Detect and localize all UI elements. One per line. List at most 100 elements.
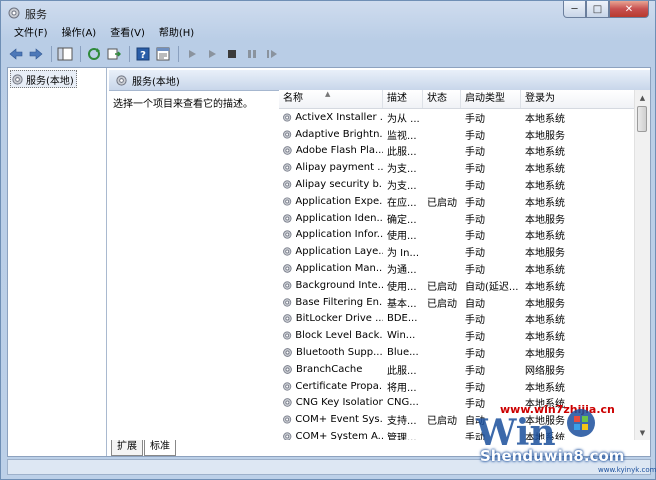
service-name: BitLocker Drive ... bbox=[295, 313, 383, 325]
table-row[interactable]: Application Expe... 在应... 已启动 手动 本地系统 bbox=[279, 193, 635, 210]
restart-icon bbox=[267, 50, 277, 58]
service-name-cell: BitLocker Drive ... bbox=[279, 313, 383, 324]
service-description: 管理... bbox=[387, 433, 417, 440]
console-tree-icon bbox=[57, 47, 73, 61]
service-description: 为通... bbox=[387, 265, 417, 277]
tab-extended[interactable]: 扩展 bbox=[111, 440, 143, 456]
service-startup-type: 手动 bbox=[465, 349, 485, 361]
service-status: 已启动 bbox=[427, 298, 457, 310]
service-gear-icon bbox=[283, 247, 292, 256]
toolbar-separator bbox=[80, 46, 81, 62]
restart-service-button[interactable] bbox=[263, 45, 281, 63]
service-status: 已启动 bbox=[427, 281, 457, 293]
service-gear-icon bbox=[283, 382, 292, 391]
service-description: 为 In... bbox=[387, 248, 420, 260]
properties-icon bbox=[156, 47, 170, 61]
service-description: 基本... bbox=[387, 298, 417, 310]
service-gear-icon bbox=[283, 264, 292, 273]
table-row[interactable]: Certificate Propa... 将用... 手动 本地系统 bbox=[279, 378, 635, 395]
services-gear-icon bbox=[8, 7, 20, 19]
pause-service-button[interactable] bbox=[243, 45, 261, 63]
pane-header: 服务(本地) bbox=[109, 70, 650, 91]
column-header-startup-type[interactable]: 启动类型 bbox=[461, 90, 521, 108]
service-startup-type: 手动 bbox=[465, 248, 485, 260]
column-header-description[interactable]: 描述 bbox=[383, 90, 423, 108]
service-gear-icon bbox=[283, 298, 292, 307]
table-row[interactable]: Application Iden... 确定... 手动 本地服务 bbox=[279, 210, 635, 227]
show-hide-tree-button[interactable] bbox=[56, 45, 74, 63]
tab-standard[interactable]: 标准 bbox=[144, 440, 176, 456]
service-status: 已启动 bbox=[427, 416, 457, 428]
table-row[interactable]: Application Man... 为通... 手动 本地系统 bbox=[279, 260, 635, 277]
column-header-status[interactable]: 状态 bbox=[423, 90, 461, 108]
table-row[interactable]: Alipay payment ... 为支... 手动 本地系统 bbox=[279, 159, 635, 176]
stop-service-button[interactable] bbox=[223, 45, 241, 63]
table-row[interactable]: Bluetooth Supp... Blue... 手动 本地服务 bbox=[279, 344, 635, 361]
scroll-down-icon[interactable]: ▼ bbox=[635, 425, 650, 440]
console-panes: 服务(本地) 服务(本地) 选择一个项目来查看它的描述。 名称 ▲ 描述 状态 启… bbox=[7, 67, 651, 457]
start-service-button[interactable] bbox=[183, 45, 201, 63]
table-row[interactable]: ActiveX Installer ... 为从 ... 手动 本地系统 bbox=[279, 109, 635, 126]
view-tabs: 扩展 标准 bbox=[111, 440, 177, 456]
column-header-logon-as[interactable]: 登录为 bbox=[521, 90, 635, 108]
service-logon-as: 本地系统 bbox=[525, 231, 565, 243]
service-startup-type: 自动(延迟... bbox=[465, 281, 519, 293]
title-bar[interactable]: 服务 ─ □ ✕ bbox=[1, 1, 655, 25]
table-row[interactable]: BitLocker Drive ... BDE... 手动 本地系统 bbox=[279, 311, 635, 328]
tree-item-services-local[interactable]: 服务(本地) bbox=[10, 70, 77, 88]
menu-help[interactable]: 帮助(H) bbox=[152, 26, 201, 42]
table-row[interactable]: BranchCache 此服... 手动 网络服务 bbox=[279, 361, 635, 378]
services-gear-icon bbox=[116, 74, 127, 86]
table-row[interactable]: Base Filtering En... 基本... 已启动 自动 本地服务 bbox=[279, 294, 635, 311]
service-name: Application Iden... bbox=[295, 212, 383, 224]
menu-action[interactable]: 操作(A) bbox=[55, 26, 104, 42]
service-status: 已启动 bbox=[427, 197, 457, 209]
service-name-cell: Background Inte... bbox=[279, 280, 383, 291]
service-name: CNG Key Isolation bbox=[295, 397, 383, 409]
menu-file[interactable]: 文件(F) bbox=[7, 26, 55, 42]
service-name: Alipay security b... bbox=[295, 179, 383, 191]
service-logon-as: 本地系统 bbox=[525, 281, 565, 293]
service-logon-as: 本地系统 bbox=[525, 265, 565, 277]
service-description: 为从 ... bbox=[387, 113, 420, 125]
watermark-brand: Shenduwin8.com bbox=[480, 447, 625, 465]
tree-item-label: 服务(本地) bbox=[26, 75, 74, 87]
service-startup-type: 手动 bbox=[465, 214, 485, 226]
properties-button[interactable] bbox=[154, 45, 172, 63]
back-button[interactable] bbox=[7, 45, 25, 63]
refresh-button[interactable] bbox=[85, 45, 103, 63]
service-startup-type: 手动 bbox=[465, 147, 485, 159]
table-row[interactable]: Background Inte... 使用... 已启动 自动(延迟... 本地系统 bbox=[279, 277, 635, 294]
table-row[interactable]: Adobe Flash Pla... 此服... 手动 本地系统 bbox=[279, 143, 635, 160]
list-rows: ActiveX Installer ... 为从 ... 手动 本地系统 Adaptiv… bbox=[279, 109, 635, 440]
forward-button[interactable] bbox=[27, 45, 45, 63]
table-row[interactable]: Application Laye... 为 In... 手动 本地服务 bbox=[279, 243, 635, 260]
scroll-up-icon[interactable]: ▲ bbox=[635, 90, 650, 105]
service-name: Application Man... bbox=[295, 263, 383, 275]
maximize-button[interactable]: □ bbox=[586, 1, 609, 18]
close-button[interactable]: ✕ bbox=[609, 1, 649, 18]
service-description: 此服... bbox=[387, 365, 417, 377]
table-row[interactable]: Application Infor... 使用... 手动 本地系统 bbox=[279, 227, 635, 244]
service-logon-as: 本地服务 bbox=[525, 214, 565, 226]
column-header-name[interactable]: 名称 ▲ bbox=[279, 90, 383, 108]
service-description: 此服... bbox=[387, 147, 417, 159]
export-list-button[interactable] bbox=[105, 45, 123, 63]
table-row[interactable]: Block Level Back... Win... 手动 本地系统 bbox=[279, 327, 635, 344]
service-gear-icon bbox=[283, 281, 292, 290]
resume-service-button[interactable] bbox=[203, 45, 221, 63]
svg-text:?: ? bbox=[140, 50, 146, 61]
service-name: BranchCache bbox=[296, 363, 363, 375]
table-row[interactable]: Adaptive Brightn... 监视... 手动 本地服务 bbox=[279, 126, 635, 143]
minimize-button[interactable]: ─ bbox=[563, 1, 586, 18]
help-button[interactable]: ? bbox=[134, 45, 152, 63]
scroll-thumb[interactable] bbox=[637, 106, 647, 132]
service-gear-icon bbox=[283, 163, 292, 172]
service-startup-type: 手动 bbox=[465, 265, 485, 277]
play-icon bbox=[189, 50, 196, 58]
menu-view[interactable]: 查看(V) bbox=[103, 26, 152, 42]
vertical-scrollbar[interactable]: ▲ ▼ bbox=[634, 90, 650, 440]
service-logon-as: 本地系统 bbox=[525, 181, 565, 193]
table-row[interactable]: Alipay security b... 为支... 手动 本地系统 bbox=[279, 176, 635, 193]
service-name-cell: Application Infor... bbox=[279, 229, 383, 240]
